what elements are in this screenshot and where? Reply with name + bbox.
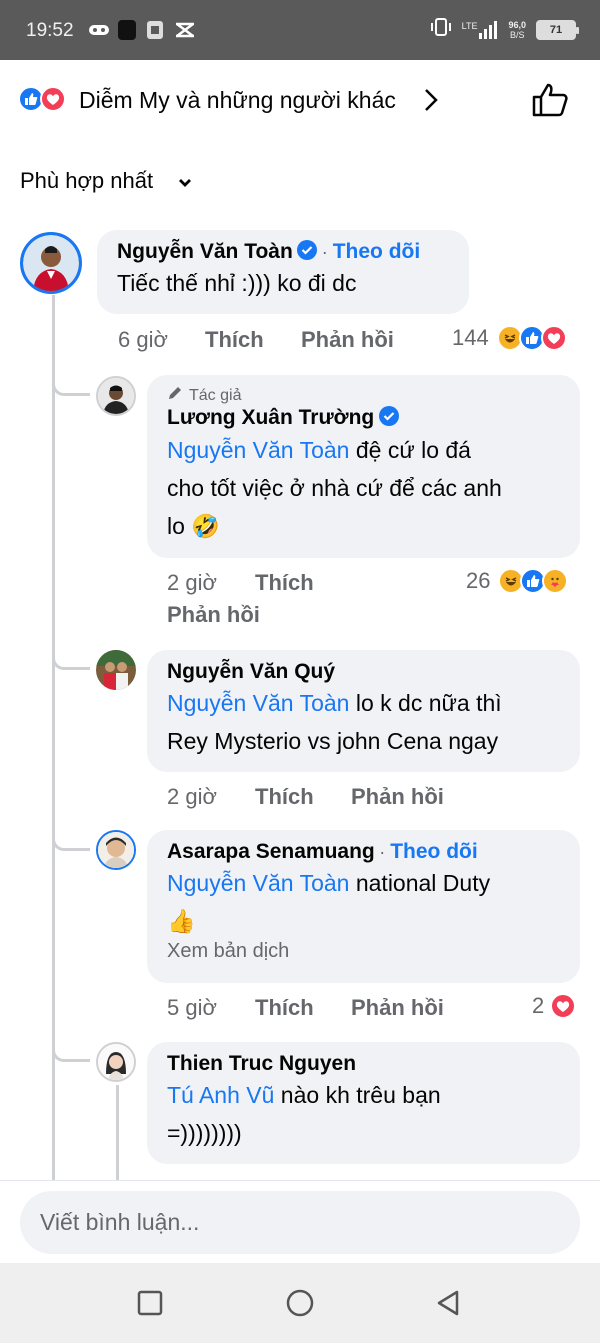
mention-link[interactable]: Nguyễn Văn Toàn <box>167 870 349 896</box>
comment-composer <box>0 1180 600 1263</box>
home-button[interactable] <box>284 1287 316 1319</box>
comment-text: Nguyễn Văn Toàn đệ cứ lo đá cho tốt việc… <box>167 437 502 539</box>
reply-button[interactable]: Phản hồi <box>301 327 394 353</box>
reaction-icons <box>18 86 66 112</box>
comment-time: 2 giờ <box>167 570 217 595</box>
comment-bubble: Thien Truc Nguyen Tú Anh Vũ nào kh trêu … <box>147 1042 580 1164</box>
pencil-icon <box>167 385 183 406</box>
app-icon <box>118 19 136 41</box>
comment-bubble: Asarapa Senamuang · Theo dõi Nguyễn Văn … <box>147 830 580 983</box>
reply-button[interactable]: Phản hồi <box>351 995 444 1021</box>
reply-button[interactable]: Phản hồi <box>167 602 260 628</box>
mention-link[interactable]: Nguyễn Văn Toàn <box>167 437 349 463</box>
comment-text: Nguyễn Văn Toàn lo k dc nữa thì Rey Myst… <box>167 690 502 754</box>
comment-time: 6 giờ <box>118 327 168 352</box>
status-bar: 19:52 LTE 96,0 B/S 71 <box>0 0 600 60</box>
status-right: LTE 96,0 B/S 71 <box>430 18 579 41</box>
reaction-count[interactable]: 2 <box>532 993 577 1019</box>
follow-button[interactable]: Theo dõi <box>390 840 478 863</box>
mention-link[interactable]: Nguyễn Văn Toàn <box>167 690 349 716</box>
see-translation-link[interactable]: Xem bản dịch <box>167 940 560 963</box>
game-controller-icon <box>88 19 110 41</box>
battery-icon: 71 <box>536 19 579 40</box>
vibrate-icon <box>430 18 452 41</box>
no-disturb-icon <box>174 19 196 41</box>
reactors-summary[interactable]: Diễm My và những người khác <box>79 87 396 114</box>
comment-input[interactable] <box>20 1191 580 1254</box>
avatar[interactable] <box>96 376 136 416</box>
comment-time: 2 giờ <box>167 784 217 809</box>
net-speed: 96,0 B/S <box>508 19 526 40</box>
comment-author[interactable]: Nguyễn Văn Quý <box>167 660 560 684</box>
signal-icon: LTE <box>462 20 499 39</box>
author-badge: Tác giả <box>189 386 242 404</box>
comment-author[interactable]: Thien Truc Nguyen <box>167 1052 560 1076</box>
comment-text: Tiếc thế nhỉ :))) ko đi dc <box>117 270 357 296</box>
chevron-down-icon[interactable] <box>178 175 192 193</box>
avatar[interactable] <box>96 830 136 870</box>
sim-icon <box>146 19 164 41</box>
comment-bubble: Nguyễn Văn Toàn · Theo dõi Tiếc thế nhỉ … <box>97 230 469 314</box>
sub-thread-line <box>116 1085 119 1180</box>
thread-connector <box>52 340 90 396</box>
comment-author[interactable]: Asarapa Senamuang <box>167 840 375 863</box>
comment-author[interactable]: Lương Xuân Trường <box>167 406 374 429</box>
reaction-count[interactable]: 144 <box>452 325 567 351</box>
like-comment-button[interactable]: Thích <box>205 327 264 353</box>
like-comment-button[interactable]: Thích <box>255 570 314 596</box>
care-icon <box>542 568 569 594</box>
love-icon <box>540 325 567 351</box>
avatar[interactable] <box>96 1042 136 1082</box>
thread-connector <box>52 805 90 851</box>
back-button[interactable] <box>432 1287 464 1319</box>
verified-badge-icon <box>297 240 318 265</box>
verified-badge-icon <box>378 406 399 431</box>
comment-text: Tú Anh Vũ nào kh trêu bạn =)))))))) <box>167 1082 441 1146</box>
like-comment-button[interactable]: Thích <box>255 995 314 1021</box>
thread-connector <box>52 618 90 670</box>
chevron-right-icon[interactable] <box>424 88 438 117</box>
sort-dropdown[interactable]: Phù hợp nhất <box>20 168 153 194</box>
love-icon <box>40 86 66 112</box>
status-time: 19:52 <box>26 20 74 41</box>
comment-bubble: Tác giả Lương Xuân Trường Nguyễn Văn Toà… <box>147 375 580 558</box>
comment-author[interactable]: Nguyễn Văn Toàn <box>117 240 293 263</box>
reply-button[interactable]: Phản hồi <box>351 784 444 810</box>
system-nav-bar <box>0 1263 600 1343</box>
avatar[interactable] <box>20 232 82 294</box>
thread-connector <box>52 1015 90 1062</box>
like-post-button[interactable] <box>531 82 569 118</box>
mention-link[interactable]: Tú Anh Vũ <box>167 1082 274 1108</box>
comment-bubble: Nguyễn Văn Quý Nguyễn Văn Toàn lo k dc n… <box>147 650 580 772</box>
recents-button[interactable] <box>134 1287 166 1319</box>
like-comment-button[interactable]: Thích <box>255 784 314 810</box>
comment-text: Nguyễn Văn Toàn national Duty 👍 <box>167 870 491 934</box>
reaction-count[interactable]: 26 <box>466 568 569 594</box>
follow-button[interactable]: Theo dõi <box>333 240 421 263</box>
comment-time: 5 giờ <box>167 995 217 1020</box>
love-icon <box>550 993 577 1019</box>
avatar[interactable] <box>96 650 136 690</box>
